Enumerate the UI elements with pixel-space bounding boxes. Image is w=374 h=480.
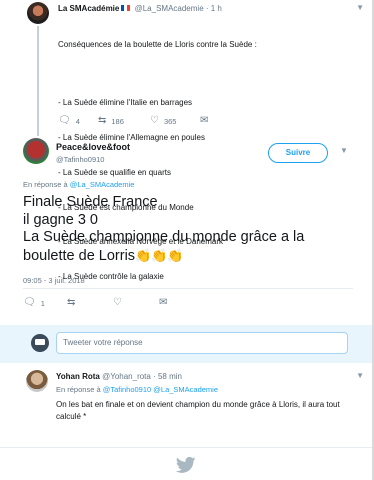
avatar[interactable] [27,2,49,24]
reply-to-link[interactable]: @La_SMAcademie [70,180,135,189]
heart-icon: ♡ [113,297,122,308]
tweet-header: Yohan Rota @Yohan_rota · 58 min [56,372,182,381]
reply-context: En réponse à @Tafinho0910 @La_SMAcademie [56,385,218,394]
author-name[interactable]: La SMAcadémie [58,4,119,13]
like-button[interactable]: ♡ [113,298,122,308]
message-button[interactable]: ✉ [200,116,208,126]
author-name[interactable]: Yohan Rota [56,372,100,381]
thread-connector [37,26,39,136]
author-meta[interactable]: @La_SMAcademie · 1 h [135,4,222,13]
avatar[interactable] [26,370,48,392]
text-line-with-emoji: boulette de Lorris👏👏👏 [23,247,368,266]
caret-down-icon[interactable]: ▼ [356,3,364,12]
retweet-button[interactable]: ⇆ 186 [98,116,124,126]
tweet-header: La SMAcadémie @La_SMAcademie · 1 h [58,4,222,13]
retweet-count: 186 [111,116,124,126]
reply-button[interactable]: 🗨 4 [58,116,80,126]
twitter-bird-icon[interactable] [176,455,196,475]
footer [0,447,374,480]
body-line: - La Suède contrôle la galaxie [58,272,164,282]
caret-down-icon[interactable]: ▼ [356,371,364,380]
reply-count: 1 [40,298,45,308]
text-line: boulette de Lorris [23,247,136,264]
original-tweet[interactable]: La SMAcadémie @La_SMAcademie · 1 h ▼ Con… [0,0,374,281]
reply-context: En réponse à @La_SMAcademie [23,180,134,189]
like-button[interactable]: ♡ 365 [150,116,176,126]
text-line: il gagne 3 0 [23,211,98,228]
follow-button[interactable]: Suivre [268,143,328,163]
tweet-actions: 🗨 1 ⇆ ♡ ✉ [23,298,223,310]
author-handle[interactable]: @Tafinho0910 [56,155,104,164]
reply-composer: Tweeter votre réponse [0,325,374,363]
reply-to-link[interactable]: @La_SMAcademie [153,385,218,394]
avatar [31,334,49,352]
message-button[interactable]: ✉ [159,298,167,308]
reply-icon: 🗨 [23,297,36,308]
tweet-text: On les bat en finale et on devient champ… [56,400,340,421]
divider [23,288,353,289]
reply-icon: 🗨 [58,115,71,126]
heart-icon: ♡ [150,115,159,126]
reply-to-link[interactable]: @Tafinho0910 [103,385,151,394]
text-line: Finale Suède France [23,194,158,210]
timestamp[interactable]: 09:05 - 3 juil. 2018 [23,276,85,285]
reply-prefix: En réponse à [56,385,103,394]
mail-icon: ✉ [159,297,168,308]
author-name[interactable]: Peace&love&foot [56,142,130,152]
author-meta[interactable]: @Yohan_rota · 58 min [102,372,182,381]
body-line: - La Suède élimine l'Italie en barrages [58,98,193,108]
caret-down-icon[interactable]: ▼ [340,146,348,155]
retweet-icon: ⇆ [98,115,107,126]
body-line: Conséquences de la boulette de Lloris co… [58,40,257,50]
body-line: - La Suède se qualifie en quarts [58,167,171,177]
france-flag-icon [121,5,131,11]
clapping-hands-emoji: 👏👏👏 [135,247,184,263]
avatar[interactable] [23,138,49,164]
reply-input[interactable]: Tweeter votre réponse [56,332,348,354]
like-count: 365 [163,116,177,126]
retweet-button[interactable]: ⇆ [67,298,75,308]
tweet-text: Finale Suède France il gagne 3 0 La Suèd… [23,194,368,265]
reply-prefix: En réponse à [23,180,70,189]
reply-count: 4 [75,116,80,126]
text-line: La Suède championne du monde grâce a la [23,229,305,246]
retweet-icon: ⇆ [67,297,76,308]
reply-button[interactable]: 🗨 1 [23,298,45,308]
mail-icon: ✉ [200,115,209,126]
